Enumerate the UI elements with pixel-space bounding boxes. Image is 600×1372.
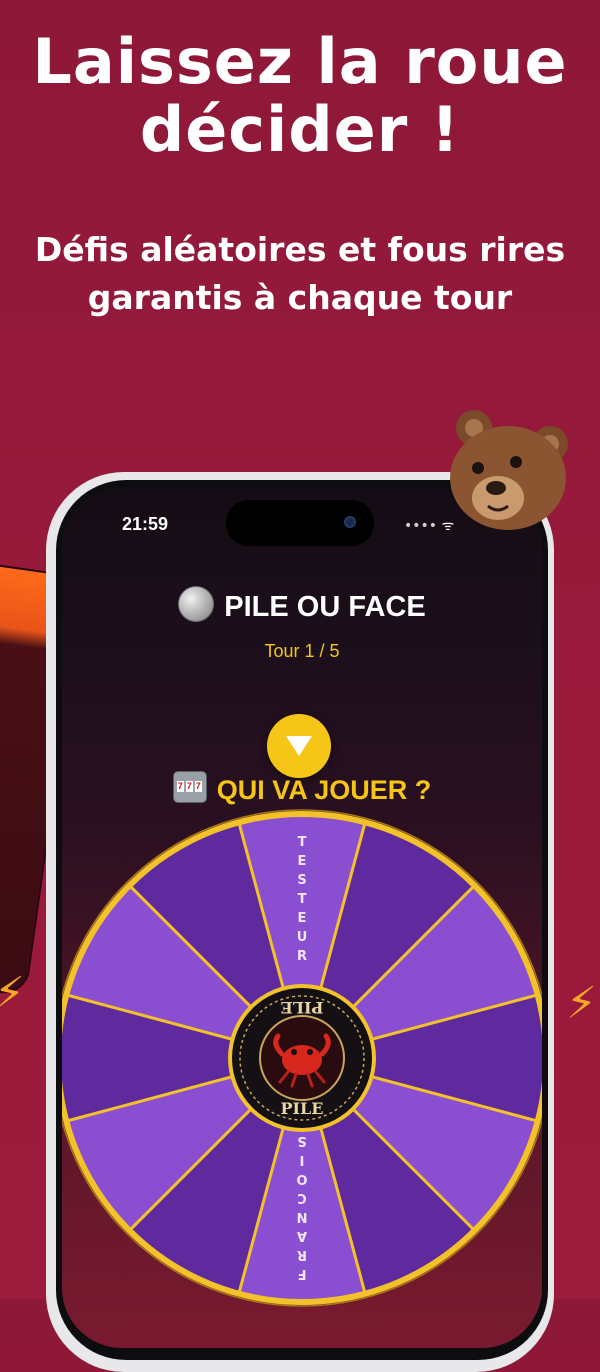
slot-machine-icon: 777 — [172, 771, 207, 803]
promo-subline: Défis aléatoires et fous rires garantis … — [20, 226, 580, 322]
status-time: 21:59 — [122, 514, 169, 534]
game-title: PILE OU FACE — [62, 586, 542, 624]
wheel-hub[interactable]: PILE PILE — [228, 984, 376, 1132]
round-counter: Tour 1 / 5 — [264, 641, 340, 661]
spin-wheel[interactable]: TESTEUR FRANCOIS PILE PILE — [62, 806, 542, 1310]
bear-emoji-icon — [450, 410, 568, 530]
dynamic-island — [226, 500, 374, 546]
signal-icon: •••• — [404, 518, 438, 534]
promo-headline: Laissez la roue décider ! — [0, 28, 600, 164]
wheel-pointer-button[interactable] — [267, 714, 331, 778]
game-title-text: PILE OU FACE — [224, 591, 426, 623]
hub-text-top: PILE — [281, 998, 324, 1017]
phone-screen: 21:59 •••• ᯤ PILE OU FACE Tour 1 / 5 777… — [62, 488, 542, 1348]
lightning-icon: ⚡ — [566, 978, 597, 1029]
wheel-label-testeur: TESTEUR — [297, 835, 308, 964]
camera-icon — [344, 516, 356, 528]
question-heading: 7 7 7 QUI VA JOUER ? — [62, 771, 542, 806]
lightning-icon: ⚡ — [0, 968, 25, 1019]
subline-line-1: Défis aléatoires et fous rires — [34, 230, 566, 269]
subline-line-2: garantis à chaque tour — [87, 278, 513, 317]
question-text: QUI VA JOUER ? — [216, 775, 432, 805]
hub-text-bottom: PILE — [281, 1099, 324, 1118]
coin-icon — [178, 586, 215, 622]
headline-line-1: Laissez la roue — [32, 25, 568, 98]
headline-line-2: décider ! — [139, 93, 461, 166]
triangle-down-icon — [286, 736, 312, 756]
